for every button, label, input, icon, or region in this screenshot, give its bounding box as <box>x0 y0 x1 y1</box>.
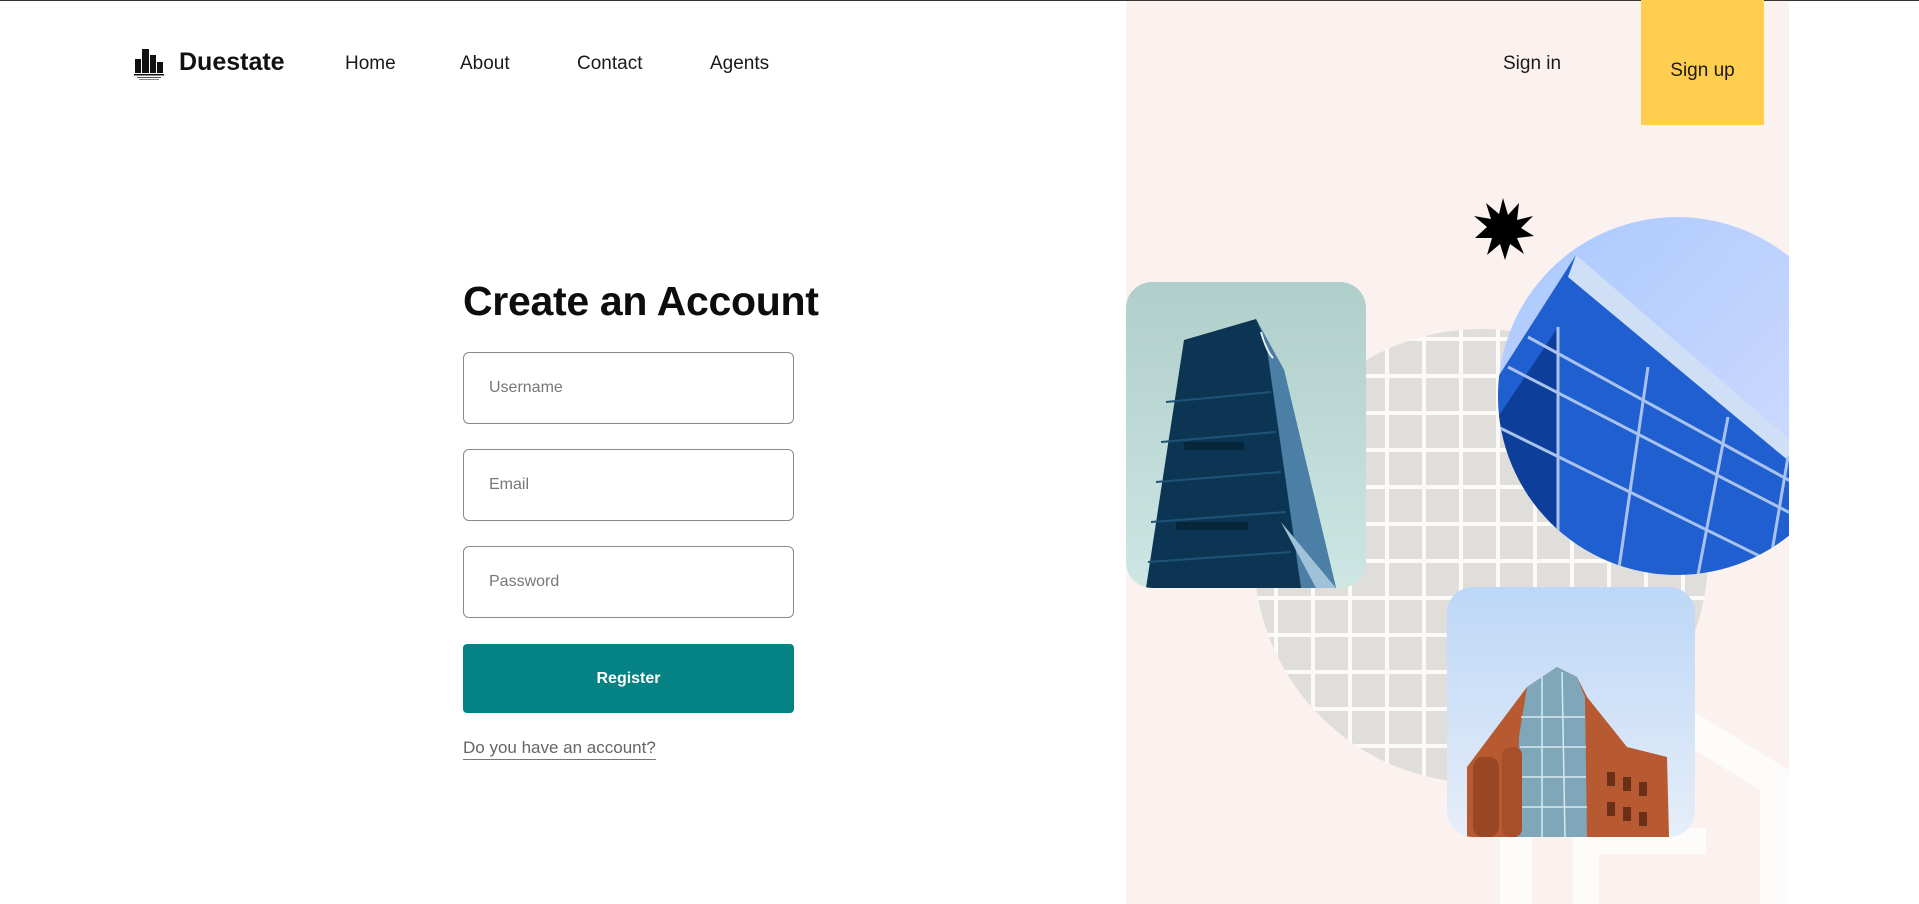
sign-in-link[interactable]: Sign in <box>1503 53 1561 75</box>
starburst-icon <box>1474 198 1534 260</box>
sign-up-button[interactable]: Sign up <box>1641 0 1764 125</box>
nav-home[interactable]: Home <box>345 53 396 75</box>
nav-agents[interactable]: Agents <box>710 53 769 75</box>
building-logo-icon <box>134 49 164 80</box>
register-button[interactable]: Register <box>463 644 794 713</box>
brand-name[interactable]: Duestate <box>179 48 285 77</box>
hero-illustration <box>1126 1 1789 904</box>
nav-about[interactable]: About <box>460 53 510 75</box>
password-field[interactable] <box>463 546 794 618</box>
nav-contact[interactable]: Contact <box>577 53 642 75</box>
skyscraper-photo <box>1126 282 1366 588</box>
email-field[interactable] <box>463 449 794 521</box>
username-field[interactable] <box>463 352 794 424</box>
page-title: Create an Account <box>463 278 819 324</box>
have-account-link[interactable]: Do you have an account? <box>463 738 656 760</box>
brick-building-photo <box>1447 587 1695 837</box>
